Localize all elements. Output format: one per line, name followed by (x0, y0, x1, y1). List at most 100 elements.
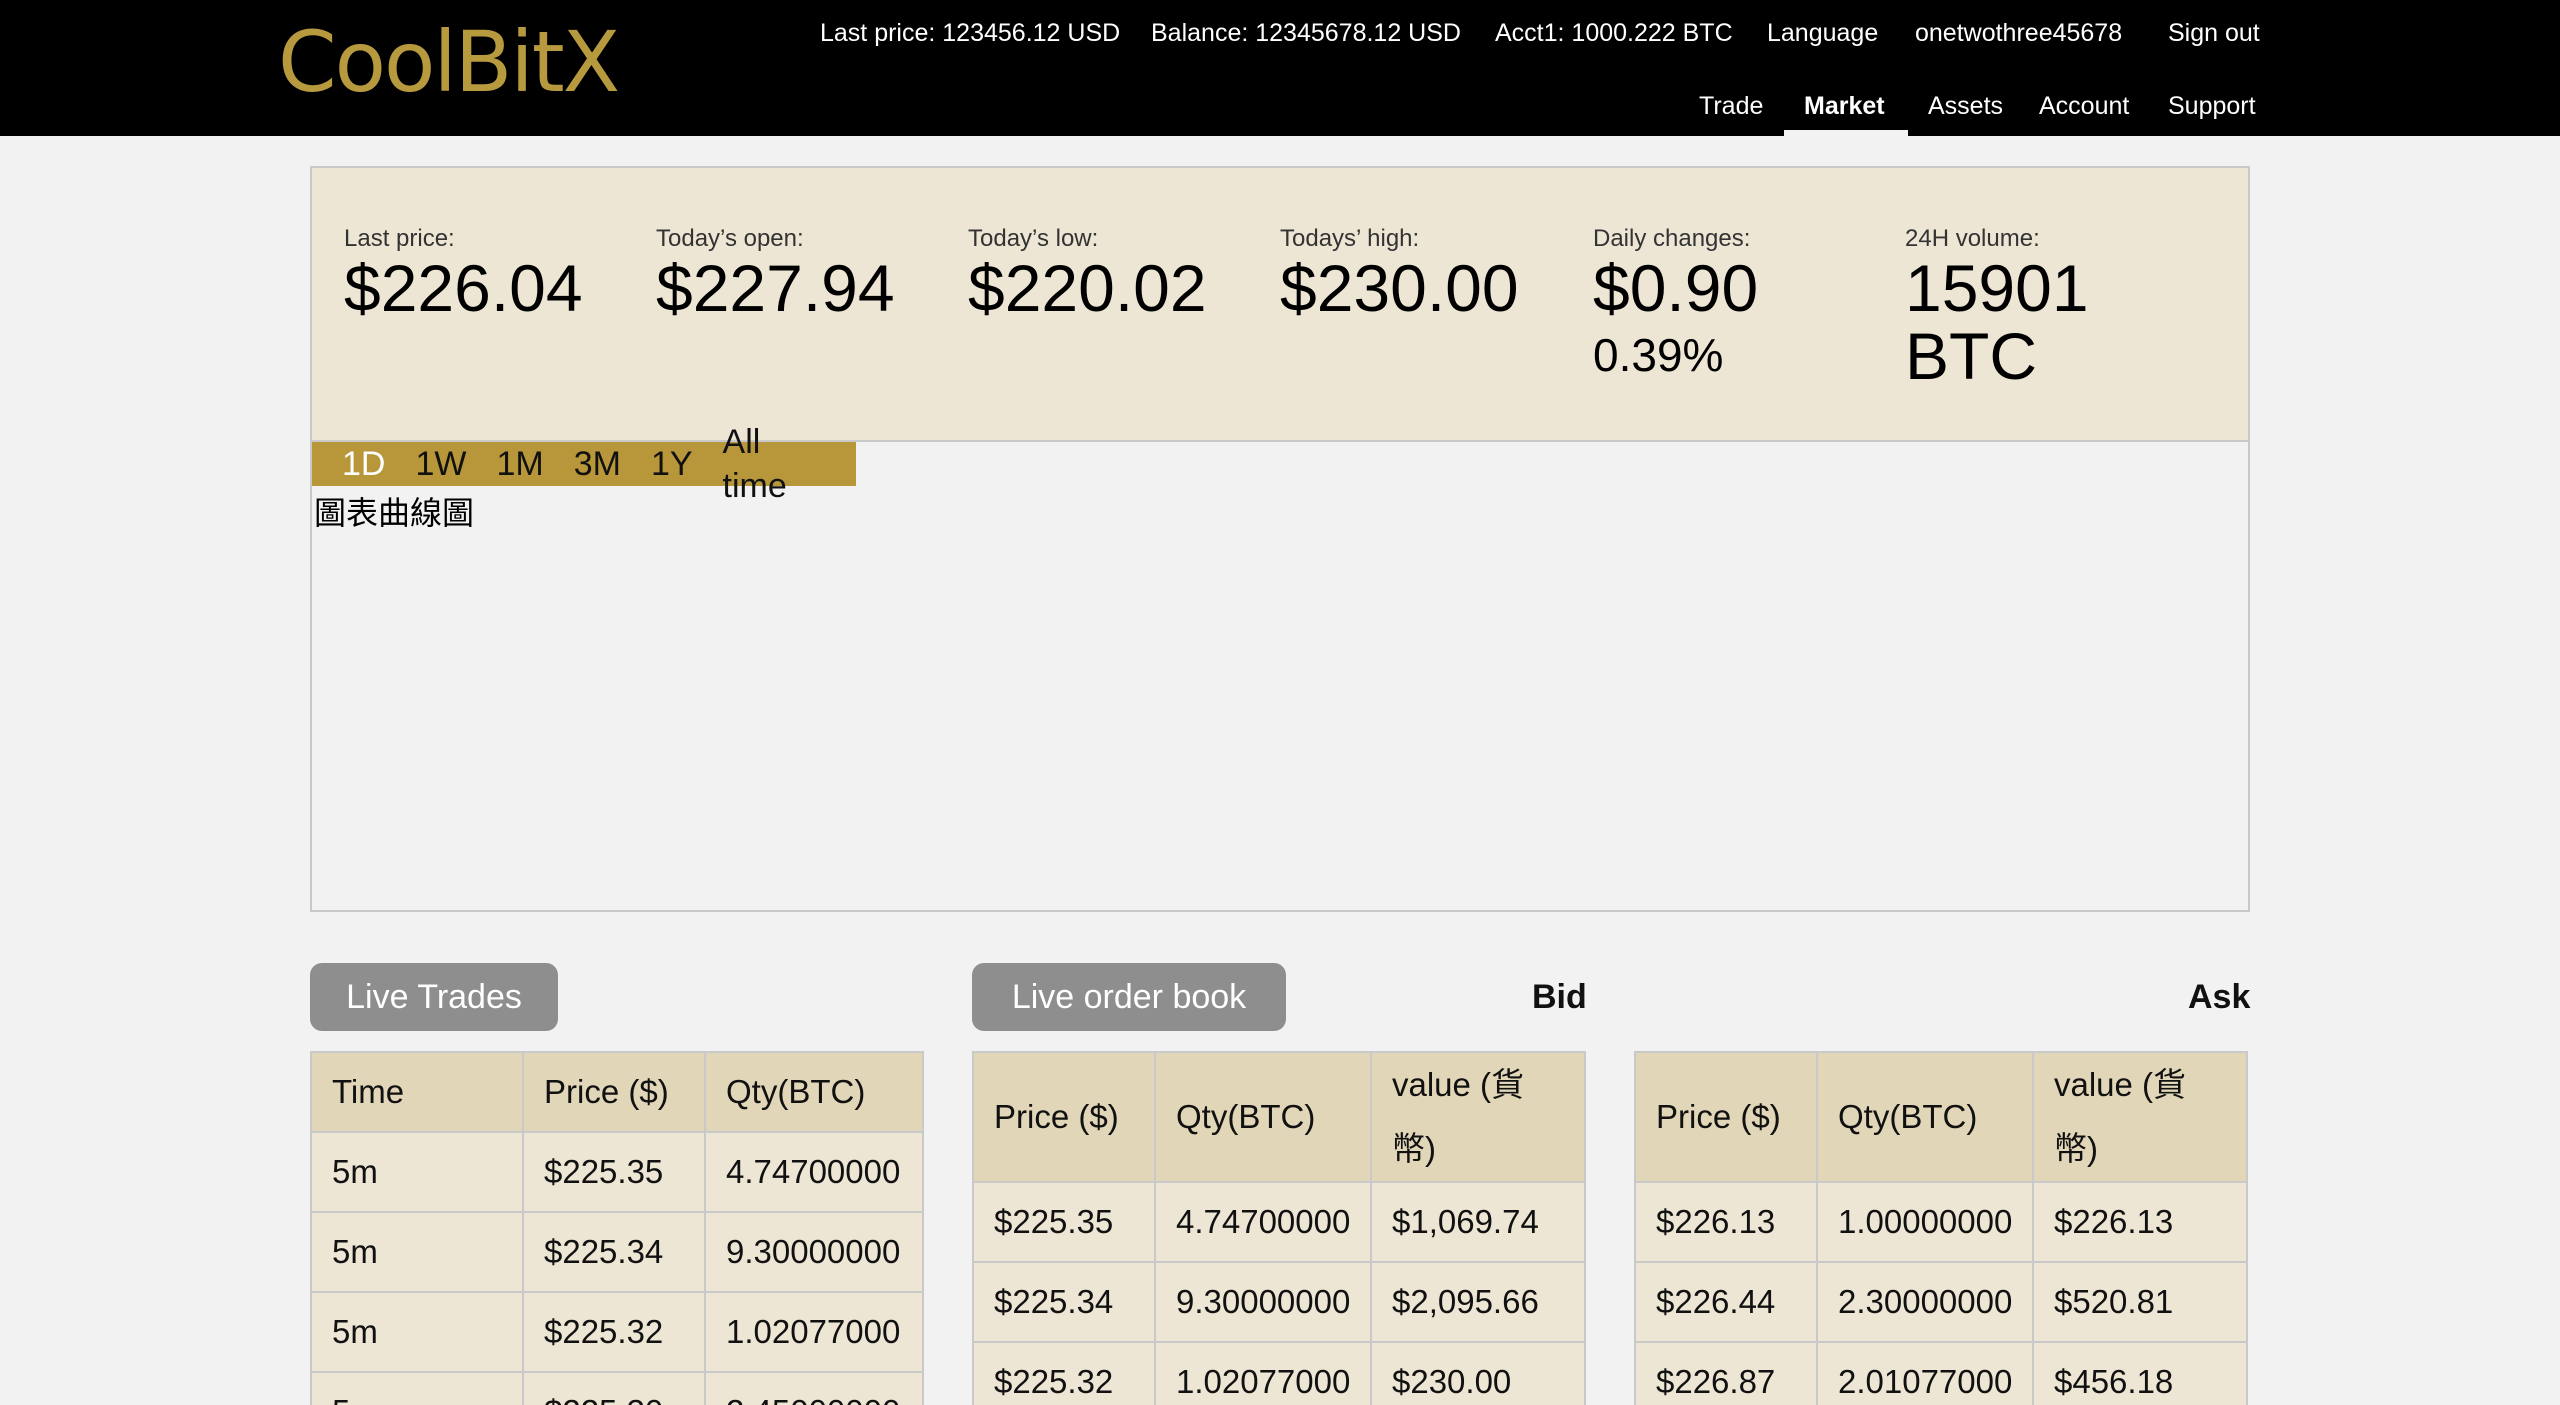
bid-qty: 9.30000000 (1154, 1261, 1372, 1343)
stat-24h-volume: 24H volume: 15901 BTC (1905, 224, 2089, 390)
column-header-price[interactable]: Price ($) (522, 1051, 706, 1133)
bid-price: $225.34 (972, 1261, 1156, 1343)
top-bar: CoolBitX Last price: 123456.12 USD Balan… (0, 0, 2560, 136)
bid-value: $1,069.74 (1370, 1181, 1586, 1263)
ask-qty: 2.01077000 (1816, 1341, 2034, 1405)
stat-todays-low: Today’s low: $220.02 (968, 224, 1207, 322)
stat-label: Daily changes: (1593, 225, 1751, 252)
ask-value: $226.13 (2032, 1181, 2248, 1263)
trade-price: $225.30 (522, 1371, 706, 1405)
stat-change-percent: 0.39% (1593, 329, 1724, 381)
table-header-row: Price ($) Qty(BTC) value (貨幣) (1634, 1051, 2248, 1183)
stat-last-price: Last price: $226.04 (344, 224, 583, 322)
ask-orders-table: Price ($) Qty(BTC) value (貨幣) $226.13 1.… (1634, 1051, 2248, 1405)
stat-label: Todays’ high: (1280, 225, 1420, 252)
column-header-time[interactable]: Time (310, 1051, 524, 1133)
price-chart-area: 1D 1W 1M 3M 1Y All time 圖表曲線圖 (310, 423, 2250, 912)
header-balance: Balance: 12345678.12 USD (1151, 19, 1461, 47)
range-3m-button[interactable]: 3M (574, 442, 621, 486)
header-account-balance: Acct1: 1000.222 BTC (1495, 19, 1733, 47)
range-1w-button[interactable]: 1W (415, 442, 466, 486)
nav-assets[interactable]: Assets (1928, 86, 2003, 126)
trade-qty: 9.30000000 (704, 1211, 924, 1293)
column-header-qty[interactable]: Qty(BTC) (704, 1051, 924, 1133)
table-row: $225.35 4.74700000 $1,069.74 (972, 1181, 1586, 1263)
column-header-price[interactable]: Price ($) (1634, 1051, 1818, 1183)
range-1d-button[interactable]: 1D (342, 442, 385, 486)
table-header-row: Price ($) Qty(BTC) value (貨幣) (972, 1051, 1586, 1183)
live-trades-table: Time Price ($) Qty(BTC) 5m $225.35 4.747… (310, 1051, 924, 1405)
trade-qty: 2.45000000 (704, 1371, 924, 1405)
nav-support[interactable]: Support (2168, 86, 2256, 126)
trade-qty: 1.02077000 (704, 1291, 924, 1373)
chart-placeholder-text: 圖表曲線圖 (314, 494, 475, 532)
column-header-qty[interactable]: Qty(BTC) (1816, 1051, 2034, 1183)
table-row: 5m $225.34 9.30000000 (310, 1211, 924, 1293)
column-header-qty[interactable]: Qty(BTC) (1154, 1051, 1372, 1183)
ask-price: $226.87 (1634, 1341, 1818, 1405)
bid-price: $225.35 (972, 1181, 1156, 1263)
nav-trade[interactable]: Trade (1699, 86, 1763, 126)
header-last-price: Last price: 123456.12 USD (820, 19, 1121, 47)
ask-value: $456.18 (2032, 1341, 2248, 1405)
range-1m-button[interactable]: 1M (496, 442, 543, 486)
table-row: $226.13 1.00000000 $226.13 (1634, 1181, 2248, 1263)
time-range-selector: 1D 1W 1M 3M 1Y All time (312, 423, 856, 505)
stat-label: Today’s open: (656, 225, 804, 252)
table-row: $225.32 1.02077000 $230.00 (972, 1341, 1586, 1405)
bid-label: Bid (1532, 978, 1587, 1016)
column-header-price[interactable]: Price ($) (972, 1051, 1156, 1183)
table-row: $226.44 2.30000000 $520.81 (1634, 1261, 2248, 1343)
trade-time: 5m (310, 1371, 524, 1405)
coolbitx-logo[interactable]: CoolBitX (278, 14, 620, 110)
stat-value: $220.02 (968, 251, 1207, 325)
nav-account[interactable]: Account (2039, 86, 2129, 126)
ask-price: $226.13 (1634, 1181, 1818, 1263)
stat-volume-unit: BTC (1905, 319, 2037, 393)
stat-value: $226.04 (344, 251, 583, 325)
bid-qty: 1.02077000 (1154, 1341, 1372, 1405)
stat-value: 15901 (1905, 251, 2089, 325)
stat-value: $0.90 (1593, 251, 1759, 325)
column-header-value[interactable]: value (貨幣) (1370, 1051, 1586, 1183)
range-1y-button[interactable]: 1Y (651, 442, 693, 486)
bid-value: $2,095.66 (1370, 1261, 1586, 1343)
stat-value: $230.00 (1280, 251, 1519, 325)
bid-orders-table: Price ($) Qty(BTC) value (貨幣) $225.35 4.… (972, 1051, 1586, 1405)
trade-price: $225.34 (522, 1211, 706, 1293)
ask-price: $226.44 (1634, 1261, 1818, 1343)
table-row: $225.34 9.30000000 $2,095.66 (972, 1261, 1586, 1343)
stat-todays-high: Todays’ high: $230.00 (1280, 224, 1519, 322)
trade-price: $225.35 (522, 1131, 706, 1213)
trade-qty: 4.74700000 (704, 1131, 924, 1213)
stat-label: 24H volume: (1905, 225, 2040, 252)
nav-market[interactable]: Market (1804, 86, 1885, 126)
market-stats-panel: Last price: $226.04 Today’s open: $227.9… (310, 166, 2250, 442)
bid-value: $230.00 (1370, 1341, 1586, 1405)
ask-qty: 2.30000000 (1816, 1261, 2034, 1343)
live-order-book-tab[interactable]: Live order book (972, 963, 1286, 1031)
trade-price: $225.32 (522, 1291, 706, 1373)
table-row: 5m $225.32 1.02077000 (310, 1291, 924, 1373)
sign-out-link[interactable]: Sign out (2168, 14, 2260, 52)
table-row: 5m $225.35 4.74700000 (310, 1131, 924, 1213)
bid-price: $225.32 (972, 1341, 1156, 1405)
range-all-time-button[interactable]: All time (723, 420, 826, 508)
active-nav-indicator (1784, 130, 1908, 136)
username-link[interactable]: onetwothree45678 (1915, 14, 2122, 52)
language-menu[interactable]: Language (1767, 14, 1878, 52)
column-header-value[interactable]: value (貨幣) (2032, 1051, 2248, 1183)
trade-time: 5m (310, 1211, 524, 1293)
table-row: $226.87 2.01077000 $456.18 (1634, 1341, 2248, 1405)
stat-daily-changes: Daily changes: $0.90 0.39% (1593, 224, 1758, 388)
ask-label: Ask (2188, 978, 2251, 1016)
trade-time: 5m (310, 1131, 524, 1213)
stat-value: $227.94 (656, 251, 895, 325)
table-row: 5m $225.30 2.45000000 (310, 1371, 924, 1405)
live-trades-tab[interactable]: Live Trades (310, 963, 558, 1031)
table-header-row: Time Price ($) Qty(BTC) (310, 1051, 924, 1133)
trade-time: 5m (310, 1291, 524, 1373)
stat-todays-open: Today’s open: $227.94 (656, 224, 895, 322)
ask-value: $520.81 (2032, 1261, 2248, 1343)
stat-label: Last price: (344, 225, 455, 252)
